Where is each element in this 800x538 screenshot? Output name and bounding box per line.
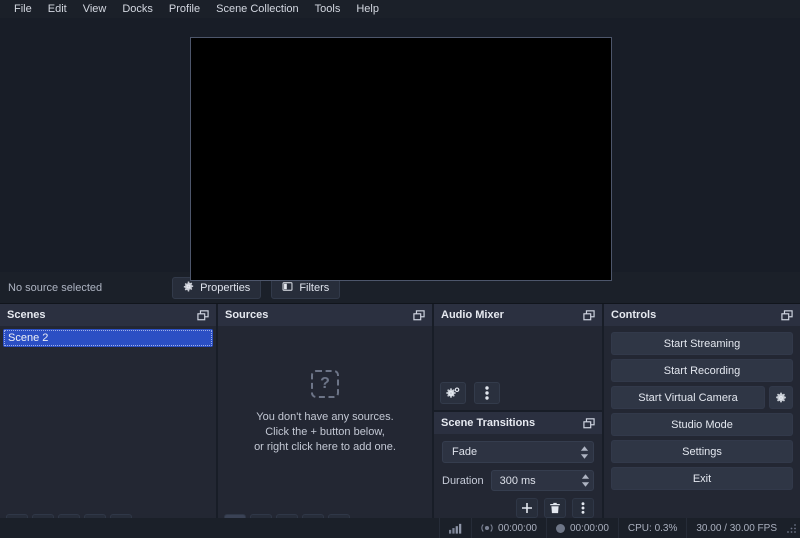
sources-empty-text: You don't have any sources. Click the + … [254, 410, 396, 455]
controls-dock: Controls Start Streaming Start Recording… [604, 304, 800, 538]
filters-button-label: Filters [299, 281, 330, 294]
sources-empty-line-2: Click the + button below, [265, 426, 385, 438]
dock-row: Scenes Scene 2 Sources ? You don't have … [0, 304, 800, 538]
gears-icon [446, 386, 460, 398]
sources-dock-title: Sources [225, 309, 269, 321]
sources-empty-line-3: or right click here to add one. [254, 441, 396, 453]
signal-bars-icon [449, 523, 462, 534]
chevron-updown-icon [580, 445, 589, 459]
properties-button-label: Properties [200, 281, 251, 294]
status-fps: 30.00 / 30.00 FPS [686, 518, 786, 538]
sources-empty-placeholder: ? You don't have any sources. Click the … [218, 370, 432, 455]
status-stream-time: 00:00:00 [471, 518, 546, 538]
status-bar: 00:00:00 00:00:00 CPU: 0.3% 30.00 / 30.0… [0, 518, 800, 538]
menu-view[interactable]: View [75, 0, 115, 18]
sources-dock-header: Sources [218, 304, 432, 326]
start-virtual-camera-button[interactable]: Start Virtual Camera [611, 386, 765, 409]
audio-mixer-toolbar [440, 382, 500, 404]
audio-menu-button[interactable] [474, 382, 500, 404]
duration-label: Duration [442, 474, 484, 487]
question-mark-glyph: ? [320, 375, 330, 392]
transition-select[interactable]: Fade [442, 441, 594, 463]
vertical-dots-icon [581, 502, 585, 514]
exit-button[interactable]: Exit [611, 467, 793, 490]
controls-dock-header: Controls [604, 304, 800, 326]
remove-transition-button[interactable] [544, 498, 566, 518]
gear-icon [183, 281, 194, 295]
mixer-transitions-column: Audio Mixer Scene Transitions Fade Durat… [434, 304, 602, 538]
float-icon[interactable] [197, 309, 209, 321]
vertical-dots-icon [485, 386, 489, 400]
record-dot-icon [555, 523, 565, 533]
menu-docks[interactable]: Docks [114, 0, 161, 18]
duration-spinbox[interactable]: 300 ms [490, 470, 594, 491]
scenes-dock: Scenes Scene 2 [0, 304, 216, 538]
sources-empty-line-1: You don't have any sources. [256, 411, 394, 423]
plus-icon [522, 503, 532, 513]
fps-value: 30.00 / 30.00 FPS [696, 522, 777, 534]
controls-body: Start Streaming Start Recording Start Vi… [604, 326, 800, 496]
studio-mode-button[interactable]: Studio Mode [611, 413, 793, 436]
add-transition-button[interactable] [516, 498, 538, 518]
scenes-dock-header: Scenes [0, 304, 216, 326]
menu-tools[interactable]: Tools [307, 0, 349, 18]
menu-help[interactable]: Help [348, 0, 387, 18]
question-mark-icon: ? [311, 370, 339, 398]
audio-mixer-body[interactable] [434, 326, 602, 410]
virtual-camera-settings-button[interactable] [769, 386, 793, 409]
settings-button[interactable]: Settings [611, 440, 793, 463]
audio-advanced-properties-button[interactable] [440, 382, 466, 404]
gear-icon [776, 392, 786, 402]
duration-value: 300 ms [499, 474, 536, 487]
sources-list-body[interactable]: ? You don't have any sources. Click the … [218, 326, 432, 510]
scene-transitions-body: Fade Duration 300 ms [434, 434, 602, 524]
stream-time-value: 00:00:00 [498, 522, 537, 534]
resize-grip[interactable] [786, 523, 800, 534]
scene-item-scene-2[interactable]: Scene 2 [3, 329, 213, 347]
scenes-dock-title: Scenes [7, 309, 46, 321]
virtual-camera-row: Start Virtual Camera [611, 386, 793, 409]
transition-menu-button[interactable] [572, 498, 594, 518]
menu-edit[interactable]: Edit [40, 0, 75, 18]
transition-duration-row: Duration 300 ms [442, 470, 594, 491]
start-streaming-button[interactable]: Start Streaming [611, 332, 793, 355]
preview-area [0, 18, 800, 281]
preview-canvas[interactable] [190, 37, 612, 281]
record-time-value: 00:00:00 [569, 522, 609, 534]
menu-bar: File Edit View Docks Profile Scene Colle… [0, 0, 800, 18]
audio-mixer-title: Audio Mixer [441, 309, 504, 321]
scene-transitions-title: Scene Transitions [441, 417, 536, 429]
source-status-label: No source selected [8, 281, 103, 294]
transitions-toolbar [442, 498, 594, 518]
stream-icon [481, 524, 493, 532]
float-icon[interactable] [583, 309, 595, 321]
cpu-value: CPU: 0.3% [627, 522, 678, 534]
trash-icon [550, 502, 560, 514]
status-cpu: CPU: 0.3% [617, 518, 686, 538]
audio-mixer-dock: Audio Mixer [434, 304, 602, 410]
scenes-list-body[interactable]: Scene 2 [0, 326, 216, 510]
menu-scene-collection[interactable]: Scene Collection [208, 0, 307, 18]
menu-file[interactable]: File [6, 0, 40, 18]
status-record-time: 00:00:00 [545, 518, 618, 538]
scene-transitions-header: Scene Transitions [434, 412, 602, 434]
panel-icon [282, 281, 293, 295]
controls-dock-title: Controls [611, 309, 657, 321]
start-recording-button[interactable]: Start Recording [611, 359, 793, 382]
transition-select-value: Fade [452, 446, 478, 458]
obs-main-window: File Edit View Docks Profile Scene Colle… [0, 0, 800, 538]
scene-list: Scene 2 [0, 326, 216, 350]
status-connection [439, 518, 471, 538]
audio-mixer-header: Audio Mixer [434, 304, 602, 326]
float-icon[interactable] [781, 309, 793, 321]
sources-dock: Sources ? You don't have any sources. Cl… [218, 304, 432, 538]
float-icon[interactable] [413, 309, 425, 321]
float-icon[interactable] [583, 417, 595, 429]
scene-item-label: Scene 2 [8, 332, 49, 344]
chevron-updown-icon[interactable] [581, 474, 590, 487]
menu-profile[interactable]: Profile [161, 0, 208, 18]
